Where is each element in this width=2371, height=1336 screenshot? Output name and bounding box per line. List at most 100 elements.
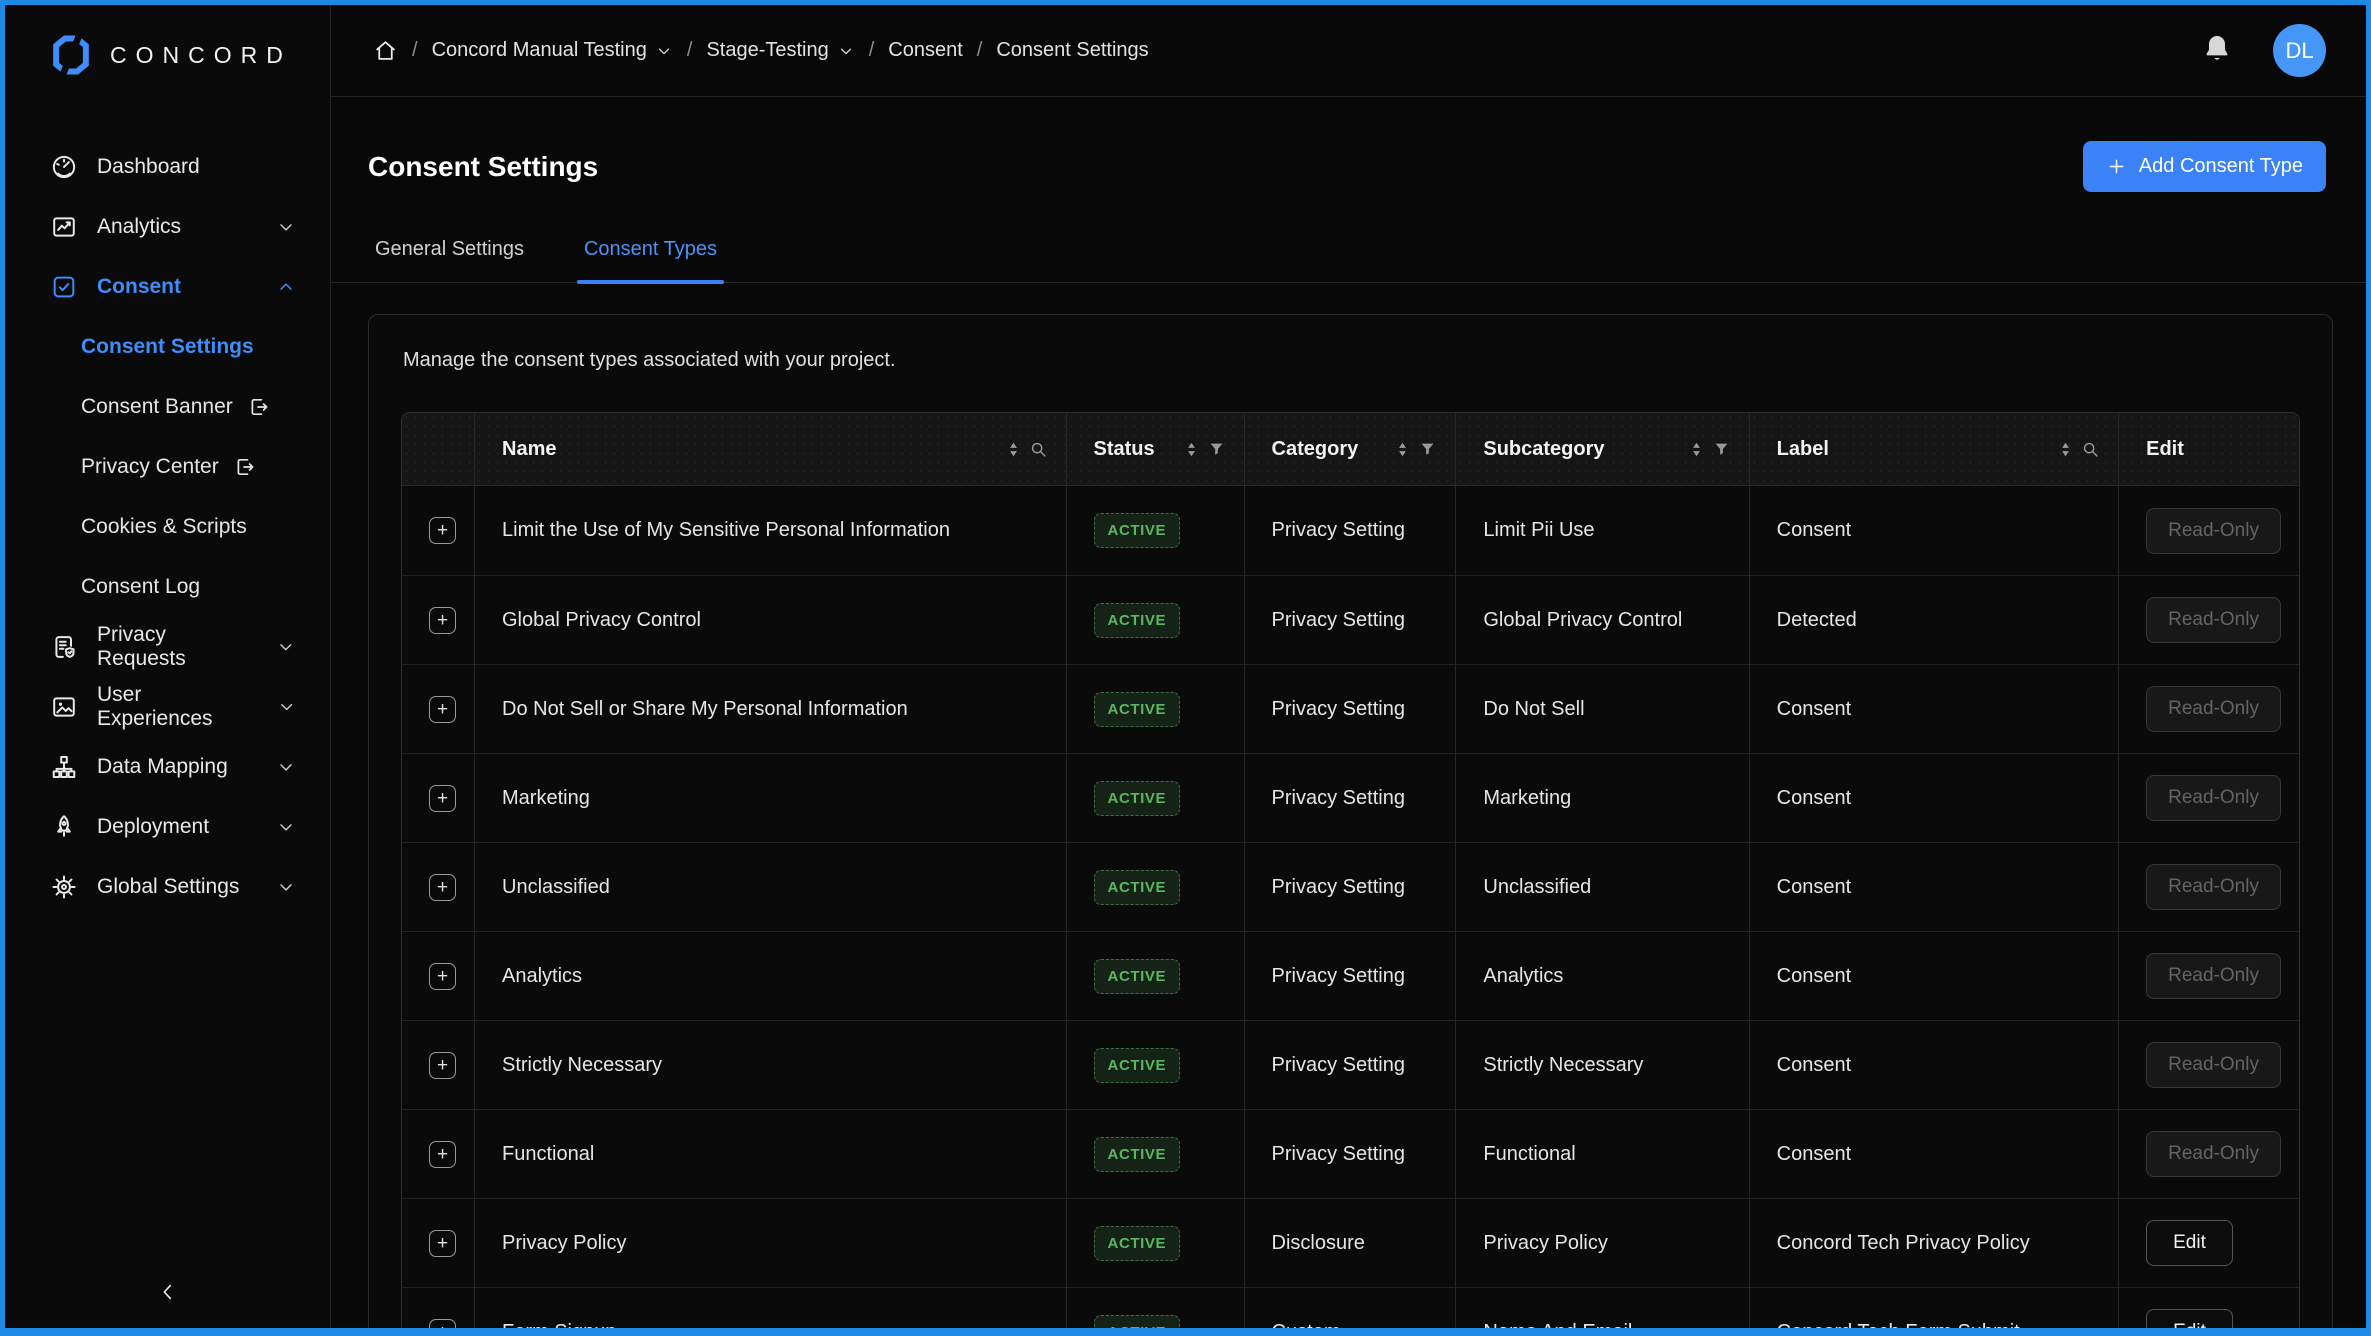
- cell-status: ACTIVE: [1066, 575, 1245, 664]
- cell-subcategory: Functional: [1456, 1109, 1750, 1198]
- cell-subcategory: Limit Pii Use: [1456, 486, 1750, 575]
- sort-icon[interactable]: [1393, 440, 1412, 459]
- sidebar-subitem-cookies-scripts[interactable]: Cookies & Scripts: [5, 497, 330, 557]
- page-content: Consent Settings Add Consent Type Genera…: [331, 97, 2366, 1328]
- cell-edit: Read-Only: [2119, 486, 2299, 575]
- breadcrumb-item-consent-settings[interactable]: Consent Settings: [996, 39, 1148, 62]
- table-row-do-not-sell-or-share-my-personal-information: + Do Not Sell or Share My Personal Inform…: [402, 664, 2299, 753]
- cell-subcategory: Name And Email: [1456, 1287, 1750, 1328]
- table-row-limit-the-use-of-my-sensitive-personal-information: + Limit the Use of My Sensitive Personal …: [402, 486, 2299, 575]
- cell-category: Privacy Setting: [1244, 664, 1457, 753]
- breadcrumb-home[interactable]: [373, 38, 398, 63]
- sidebar-item-privacy-requests[interactable]: Privacy Requests: [5, 617, 330, 677]
- chevron-left-icon: [163, 1284, 171, 1300]
- chevron-down-icon: [280, 824, 292, 831]
- analytics-icon: [53, 217, 75, 237]
- expand-row-button[interactable]: +: [429, 1051, 456, 1079]
- sidebar-subitem-privacy-center[interactable]: Privacy Center: [5, 437, 330, 497]
- privacy-requests-icon: [55, 636, 75, 658]
- column-header-label: Label: [1749, 413, 2120, 486]
- sidebar-collapse-button[interactable]: [146, 1270, 190, 1314]
- sidebar-item-label: Data Mapping: [97, 755, 228, 778]
- cell-name: Functional: [475, 1109, 1067, 1198]
- breadcrumb-item-concord-manual-testing[interactable]: Concord Manual Testing: [432, 39, 673, 62]
- read-only-button: Read-Only: [2146, 686, 2281, 732]
- page-title: Consent Settings: [368, 150, 599, 182]
- breadcrumb-item-consent[interactable]: Consent: [888, 39, 963, 62]
- expand-row-button[interactable]: +: [429, 1318, 456, 1328]
- edit-button[interactable]: Edit: [2146, 1220, 2233, 1266]
- filter-icon[interactable]: [1712, 440, 1731, 459]
- cell-status: ACTIVE: [1066, 753, 1245, 842]
- expand-row-button[interactable]: +: [429, 517, 456, 544]
- cell-name: Strictly Necessary: [475, 1020, 1067, 1109]
- filter-icon[interactable]: [1418, 440, 1437, 459]
- sidebar-subitem-consent-log[interactable]: Consent Log: [5, 557, 330, 617]
- cell-subcategory: Privacy Policy: [1456, 1198, 1750, 1287]
- cell-edit: Read-Only: [2119, 575, 2299, 664]
- cell-subcategory: Do Not Sell: [1456, 664, 1750, 753]
- column-header-category: Category: [1244, 413, 1457, 486]
- table-row-functional: + Functional ACTIVE Privacy Setting Function…: [402, 1109, 2299, 1198]
- brand-logo[interactable]: CONCORD: [5, 5, 330, 105]
- expand-row-button[interactable]: +: [429, 1140, 456, 1168]
- sort-icon[interactable]: [1182, 440, 1201, 459]
- main-area: / Concord Manual Testing / Stage-Testing / Co…: [331, 5, 2366, 1328]
- expand-row-button[interactable]: +: [429, 695, 456, 723]
- chevron-up-icon: [280, 283, 292, 290]
- sidebar-subitem-consent-settings[interactable]: Consent Settings: [5, 317, 330, 377]
- breadcrumb-separator: /: [868, 39, 875, 61]
- sidebar-item-analytics[interactable]: Analytics: [5, 197, 330, 257]
- column-label: Subcategory: [1483, 437, 1605, 460]
- read-only-button: Read-Only: [2146, 507, 2281, 554]
- concord-logo-icon: [49, 33, 93, 77]
- sort-icon[interactable]: [1687, 440, 1706, 459]
- expand-row-button[interactable]: +: [429, 1229, 456, 1257]
- sidebar: CONCORD Dashboard Analytics Consent Consent…: [5, 5, 331, 1328]
- table-row-unclassified: + Unclassified ACTIVE Privacy Setting Unclas…: [402, 842, 2299, 931]
- search-icon[interactable]: [2081, 440, 2100, 459]
- tab-consent-types[interactable]: Consent Types: [576, 238, 725, 284]
- expand-row-button[interactable]: +: [429, 606, 456, 634]
- breadcrumb-label: Concord Manual Testing: [431, 39, 647, 61]
- column-label: Status: [1093, 437, 1155, 460]
- filter-icon[interactable]: [1207, 440, 1226, 459]
- expand-row-button[interactable]: +: [429, 962, 456, 990]
- sort-icon[interactable]: [1004, 440, 1023, 459]
- breadcrumb-item-stage-testing[interactable]: Stage-Testing: [706, 39, 854, 62]
- notifications-bell-icon[interactable]: [2201, 34, 2233, 68]
- cell-label: Consent: [1749, 931, 2120, 1020]
- cell-edit: Edit: [2119, 1198, 2299, 1287]
- expand-row-button[interactable]: +: [429, 784, 456, 812]
- tab-general-settings[interactable]: General Settings: [368, 238, 531, 282]
- search-icon[interactable]: [1029, 440, 1048, 459]
- sidebar-item-user-experiences[interactable]: User Experiences: [5, 677, 330, 737]
- topbar: / Concord Manual Testing / Stage-Testing / Co…: [331, 5, 2366, 97]
- cell-category: Privacy Setting: [1244, 1109, 1457, 1198]
- read-only-button: Read-Only: [2146, 1042, 2281, 1088]
- sidebar-item-data-mapping[interactable]: Data Mapping: [5, 737, 330, 797]
- sidebar-item-global-settings[interactable]: Global Settings: [5, 857, 330, 917]
- sidebar-item-label: Consent: [97, 275, 181, 298]
- breadcrumb-separator: /: [412, 39, 418, 61]
- sidebar-subitem-consent-banner[interactable]: Consent Banner: [5, 377, 330, 437]
- breadcrumb-separator: /: [686, 39, 693, 61]
- cell-category: Privacy Setting: [1244, 931, 1457, 1020]
- expand-row-button[interactable]: +: [429, 873, 456, 901]
- add-consent-type-button[interactable]: Add Consent Type: [2082, 141, 2326, 192]
- cell-edit: Read-Only: [2119, 664, 2299, 753]
- cell-category: Privacy Setting: [1244, 575, 1457, 664]
- sidebar-item-dashboard[interactable]: Dashboard: [5, 137, 330, 197]
- table-row-form-signup: + Form Signup ACTIVE CustomName And EmailCo…: [402, 1287, 2299, 1328]
- status-badge: ACTIVE: [1093, 691, 1181, 727]
- user-avatar[interactable]: DL: [2273, 24, 2326, 77]
- brand-name: CONCORD: [110, 41, 292, 68]
- sidebar-item-consent[interactable]: Consent: [5, 257, 330, 317]
- read-only-button: Read-Only: [2146, 953, 2281, 999]
- edit-button[interactable]: Edit: [2146, 1309, 2233, 1328]
- chevron-down-icon: [280, 224, 292, 231]
- sidebar-item-deployment[interactable]: Deployment: [5, 797, 330, 857]
- sort-icon[interactable]: [2056, 440, 2075, 459]
- breadcrumb-label: Consent: [888, 39, 963, 61]
- cell-category: Privacy Setting: [1244, 842, 1457, 931]
